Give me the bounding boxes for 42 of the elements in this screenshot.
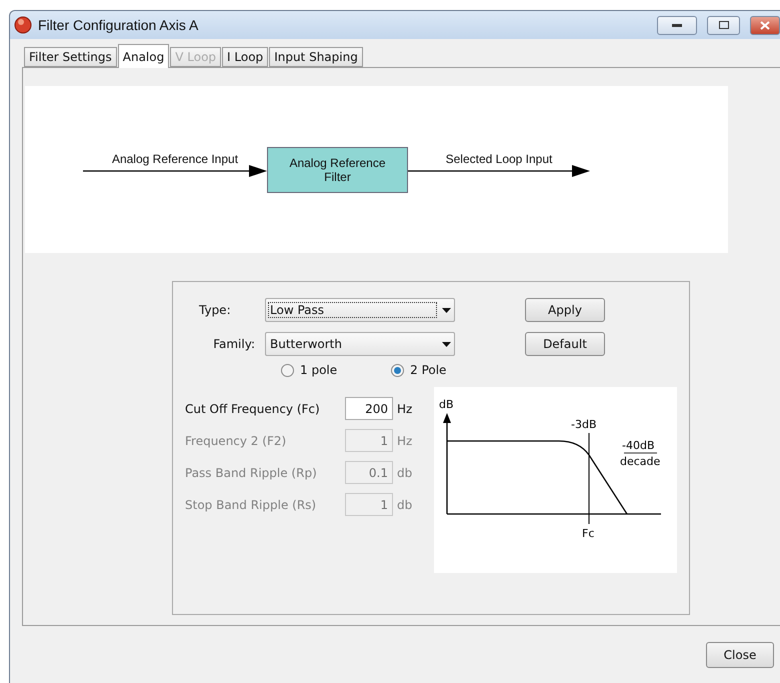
axis-label: dB: [439, 398, 454, 411]
unit-label: Hz: [397, 434, 412, 448]
tab[interactable]: Analog: [118, 44, 170, 68]
maximize-button[interactable]: [707, 16, 740, 34]
filter-block: Analog Reference Filter: [267, 146, 408, 192]
field-label: Frequency 2 (F2): [185, 434, 288, 448]
minimize-icon: [672, 24, 682, 26]
radio-option[interactable]: 1 pole: [281, 363, 338, 377]
arrow-icon: [408, 164, 590, 178]
diagram-label: Analog Reference Input: [110, 152, 240, 166]
unit-label: db: [397, 466, 412, 480]
minimize-button[interactable]: [657, 16, 697, 34]
window-title: Filter Configuration Axis A: [38, 17, 200, 33]
close-window-button[interactable]: [750, 16, 780, 34]
maximize-icon: [718, 21, 728, 29]
default-button[interactable]: Default: [525, 332, 605, 356]
tab[interactable]: Filter Settings: [24, 47, 117, 67]
input-field[interactable]: 200: [345, 397, 393, 420]
close-icon: [760, 20, 770, 30]
caret-icon: [442, 308, 451, 312]
unit-label: db: [397, 498, 412, 512]
family-dropdown[interactable]: Butterworth: [265, 332, 455, 356]
close-button[interactable]: Close: [706, 642, 774, 668]
axis-label: Fc: [582, 527, 594, 540]
arrow-icon: [83, 164, 267, 178]
caret-icon: [442, 342, 451, 346]
tab[interactable]: Input Shaping: [269, 47, 363, 67]
field-label: Family:: [212, 337, 256, 351]
slope-label: -40dB: [622, 439, 654, 452]
field-label: Type:: [198, 303, 232, 317]
unit-label: Hz: [397, 402, 412, 416]
apply-button[interactable]: Apply: [525, 298, 605, 322]
field-label: Stop Band Ripple (Rs): [185, 498, 318, 512]
type-dropdown[interactable]: Low Pass: [265, 298, 455, 322]
field-label: Cut Off Frequency (Fc): [185, 402, 321, 416]
slope-label: decade: [620, 455, 660, 468]
tab[interactable]: I Loop: [222, 47, 268, 67]
app-icon: [14, 16, 32, 34]
field-label: Pass Band Ripple (Rp): [185, 466, 318, 480]
radio-option[interactable]: 2 Pole: [391, 363, 446, 377]
corner-label: -3dB: [571, 418, 596, 431]
diagram-label: Selected Loop Input: [444, 152, 554, 166]
